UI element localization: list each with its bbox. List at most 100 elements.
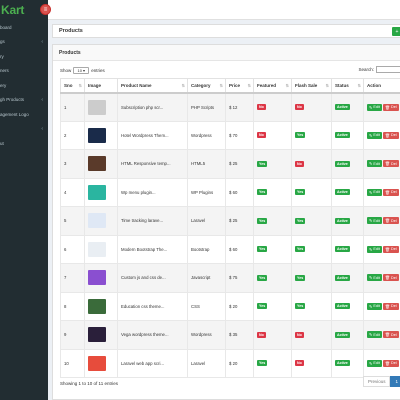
product-thumbnail[interactable]	[88, 241, 106, 257]
sidebar-item-2[interactable]: ry	[0, 49, 48, 64]
sidebar-item-3[interactable]: ners	[0, 64, 48, 79]
status-badge[interactable]: Active	[335, 274, 350, 281]
flash-sale-badge[interactable]: Yes	[295, 303, 306, 310]
delete-button[interactable]: 🗑 Del	[382, 245, 399, 253]
delete-button[interactable]: 🗑 Del	[382, 274, 399, 282]
delete-button[interactable]: 🗑 Del	[382, 131, 399, 139]
product-thumbnail[interactable]	[88, 184, 106, 200]
product-thumbnail[interactable]	[88, 213, 106, 229]
trash-icon: 🗑	[384, 303, 390, 309]
page-button-1[interactable]: 1	[390, 376, 400, 387]
flash-sale-badge[interactable]: Yes	[295, 189, 306, 196]
edit-button[interactable]: ✎ Edit	[367, 160, 382, 168]
sort-icon: ⇅	[247, 83, 251, 88]
edit-button[interactable]: ✎ Edit	[367, 331, 382, 339]
edit-button[interactable]: ✎ Edit	[367, 131, 382, 139]
status-badge[interactable]: Active	[335, 303, 350, 310]
featured-badge[interactable]: Yes	[257, 160, 268, 167]
status-badge[interactable]: Active	[335, 132, 350, 139]
previous-page-button[interactable]: Previous	[362, 376, 391, 387]
delete-button[interactable]: 🗑 Del	[382, 217, 399, 225]
flash-sale-badge[interactable]: No	[295, 160, 304, 167]
edit-button[interactable]: ✎ Edit	[367, 302, 382, 310]
cell-product-name: Wp menu plugin...	[117, 177, 188, 207]
featured-badge[interactable]: Yes	[257, 303, 268, 310]
delete-button[interactable]: 🗑 Del	[382, 331, 399, 339]
trash-icon: 🗑	[384, 218, 390, 224]
featured-badge[interactable]: Yes	[257, 360, 268, 367]
featured-badge[interactable]: No	[257, 132, 266, 139]
sidebar-item-label: gh Products	[0, 97, 25, 103]
column-header[interactable]: Price ⇅	[225, 78, 254, 94]
column-header[interactable]: Status ⇅	[331, 78, 364, 94]
status-badge[interactable]: Active	[335, 331, 350, 338]
cell-category: PHP Scripts	[187, 92, 226, 122]
flash-sale-badge[interactable]: Yes	[295, 246, 306, 253]
featured-badge[interactable]: Yes	[257, 189, 268, 196]
sidebar-item-1[interactable]: gs ‹	[0, 35, 48, 50]
pencil-icon: ✎	[369, 218, 373, 224]
table-header-row: Sno ⇅ Image Product Name ⇅ Category ⇅ Price ⇅ Fea…	[60, 78, 400, 94]
trash-icon: 🗑	[384, 246, 390, 252]
column-header[interactable]: Category ⇅	[187, 78, 226, 94]
brand-text: Kart	[1, 3, 24, 17]
sidebar-item-5[interactable]: gh Products ‹	[0, 93, 48, 108]
delete-button[interactable]: 🗑 Del	[382, 359, 399, 367]
sidebar-item-4[interactable]: ery	[0, 78, 48, 93]
edit-button[interactable]: ✎ Edit	[367, 217, 382, 225]
column-header[interactable]: Product Name ⇅	[117, 78, 188, 94]
sidebar-toggle-button[interactable]: ≡	[40, 4, 51, 15]
product-thumbnail[interactable]	[88, 99, 106, 115]
product-thumbnail[interactable]	[88, 298, 106, 314]
column-header[interactable]: Featured ⇅	[253, 78, 292, 94]
cell-featured: No	[253, 320, 292, 350]
flash-sale-badge[interactable]: No	[295, 360, 304, 367]
flash-sale-badge[interactable]: No	[295, 331, 304, 338]
search-label: Search:	[358, 67, 374, 72]
entries-select[interactable]: 10 ▾	[73, 66, 90, 74]
column-header[interactable]: Flash Sale ⇅	[291, 78, 332, 94]
status-badge[interactable]: Active	[335, 360, 350, 367]
sidebar-item-7[interactable]: ‹	[0, 122, 48, 137]
sidebar-item-0[interactable]: board	[0, 20, 48, 35]
featured-badge[interactable]: Yes	[257, 274, 268, 281]
featured-badge[interactable]: No	[257, 331, 266, 338]
edit-button[interactable]: ✎ Edit	[367, 188, 382, 196]
delete-button[interactable]: 🗑 Del	[382, 302, 399, 310]
status-badge[interactable]: Active	[335, 104, 350, 110]
cell-product-name: Subscription php scr...	[117, 92, 188, 122]
delete-button[interactable]: 🗑 Del	[382, 160, 399, 168]
sidebar-item-6[interactable]: agement Logo	[0, 107, 48, 122]
edit-button[interactable]: ✎ Edit	[367, 274, 382, 282]
edit-button[interactable]: ✎ Edit	[367, 359, 382, 367]
add-product-button[interactable]: +	[392, 27, 400, 36]
flash-sale-badge[interactable]: No	[295, 104, 304, 110]
column-header[interactable]: Sno ⇅	[60, 78, 85, 94]
delete-button[interactable]: 🗑 Del	[382, 188, 399, 196]
product-thumbnail[interactable]	[88, 156, 106, 172]
status-badge[interactable]: Active	[335, 189, 350, 196]
product-thumbnail[interactable]	[88, 355, 106, 371]
product-thumbnail[interactable]	[88, 127, 106, 143]
flash-sale-badge[interactable]: Yes	[295, 217, 306, 224]
column-header[interactable]: Action	[363, 78, 400, 94]
flash-sale-badge[interactable]: Yes	[295, 132, 306, 139]
search-input[interactable]	[376, 66, 400, 73]
status-badge[interactable]: Active	[335, 160, 350, 167]
page-header: Products +	[52, 24, 400, 38]
status-badge[interactable]: Active	[335, 217, 350, 224]
featured-badge[interactable]: Yes	[257, 246, 268, 253]
delete-button[interactable]: 🗑 Del	[382, 103, 399, 111]
flash-sale-badge[interactable]: Yes	[295, 274, 306, 281]
featured-badge[interactable]: No	[257, 104, 266, 110]
status-badge[interactable]: Active	[335, 246, 350, 253]
product-thumbnail[interactable]	[88, 327, 106, 343]
edit-button[interactable]: ✎ Edit	[367, 245, 382, 253]
product-thumbnail[interactable]	[88, 270, 106, 286]
featured-badge[interactable]: Yes	[257, 217, 268, 224]
cell-image	[84, 120, 118, 150]
edit-button[interactable]: ✎ Edit	[367, 103, 382, 111]
column-header[interactable]: Image	[84, 78, 118, 94]
cell-sno: 1	[60, 92, 85, 122]
sidebar-item-8[interactable]: ut	[0, 136, 48, 151]
